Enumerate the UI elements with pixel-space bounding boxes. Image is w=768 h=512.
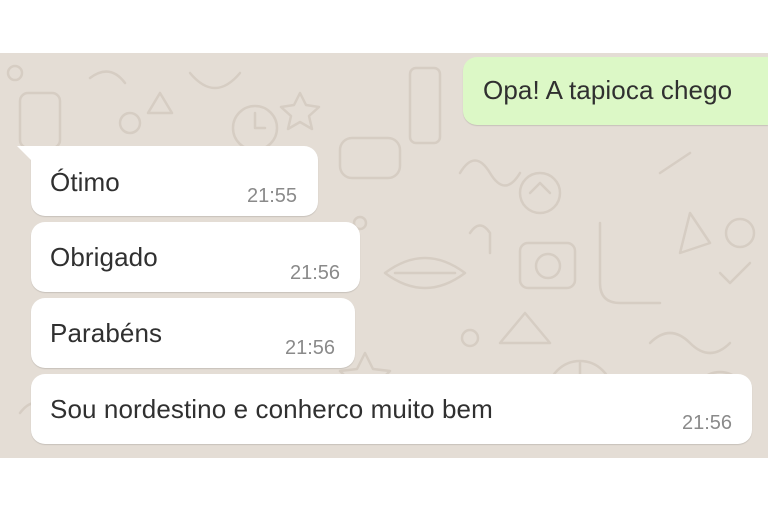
message-text: Parabéns: [50, 318, 163, 348]
message-timestamp: 21:55: [247, 185, 298, 207]
message-timestamp: 21:56: [290, 262, 341, 284]
message-text: Obrigado: [50, 242, 158, 272]
incoming-message-bubble[interactable]: Parabéns 21:56: [31, 298, 355, 368]
message-text: Opa! A tapioca chego: [483, 75, 733, 105]
bubble-tail: [17, 146, 33, 162]
message-text: Sou nordestino e conherco muito bem: [50, 394, 493, 424]
incoming-message-bubble[interactable]: Obrigado 21:56: [31, 222, 360, 292]
message-timestamp: 21:56: [682, 412, 733, 434]
incoming-message-bubble[interactable]: Ótimo 21:55: [17, 146, 318, 216]
chat-area[interactable]: Opa! A tapioca chego Ótimo 21:55 Obrigad…: [0, 53, 768, 458]
message-timestamp: 21:56: [285, 337, 336, 359]
outgoing-message-bubble[interactable]: Opa! A tapioca chego: [463, 57, 768, 125]
message-text: Ótimo: [50, 167, 120, 197]
incoming-message-bubble[interactable]: Sou nordestino e conherco muito bem 21:5…: [31, 374, 752, 444]
